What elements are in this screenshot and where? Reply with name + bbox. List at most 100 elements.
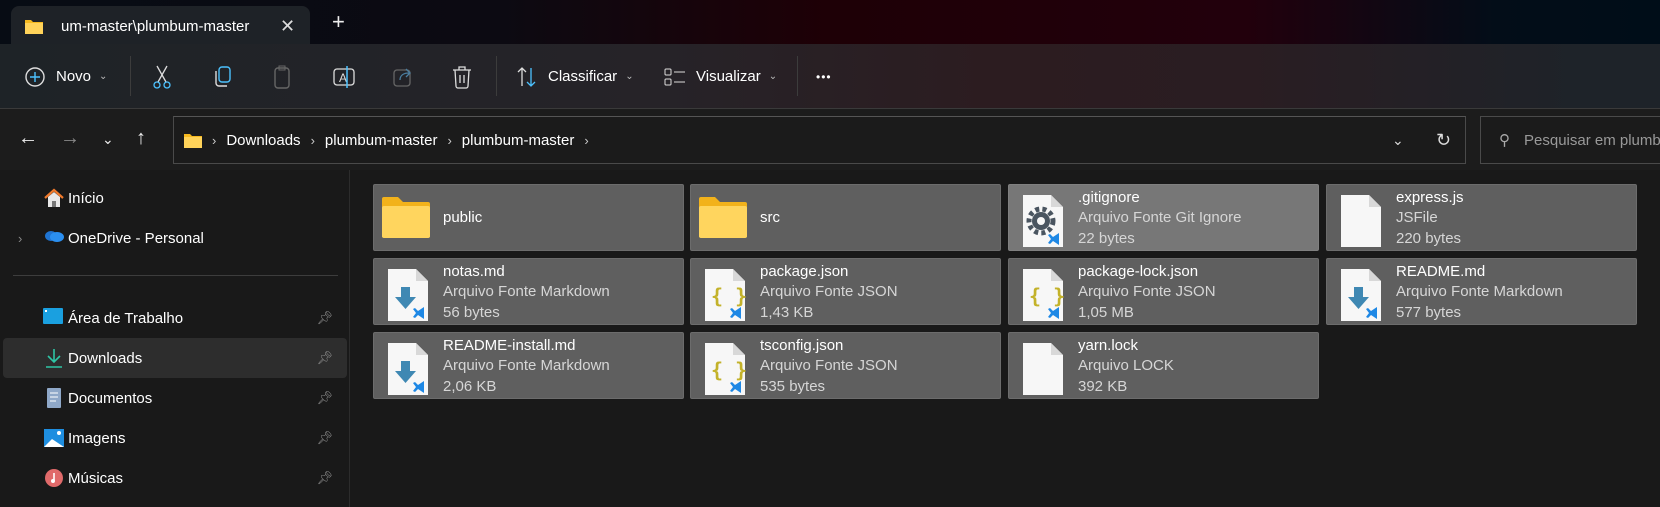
folder-item[interactable]: src: [690, 184, 1001, 251]
file-name: public: [443, 209, 483, 226]
copy-icon: [215, 65, 231, 87]
delete-button[interactable]: [452, 44, 472, 109]
json-file-icon: { }: [705, 269, 747, 321]
svg-text:{ }: { }: [711, 284, 747, 308]
sidebar-item-onedrive-personal[interactable]: › OneDrive - Personal: [3, 218, 347, 258]
file-item[interactable]: { } package-lock.json Arquivo Fonte JSON 1,…: [1008, 258, 1319, 325]
sidebar-item-área-de-trabalho[interactable]: Área de Trabalho 📌︎: [3, 298, 347, 338]
sidebar-item-início[interactable]: Início: [3, 178, 347, 218]
file-name: express.js: [1396, 189, 1464, 206]
chevron-down-icon: ⌄: [625, 71, 634, 82]
onedrive-icon: [43, 228, 65, 248]
sort-icon: [517, 66, 536, 87]
sidebar-item-documentos[interactable]: Documentos 📌︎: [3, 378, 347, 418]
file-name: README-install.md: [443, 337, 576, 354]
json-file-icon: { }: [705, 343, 747, 395]
file-item[interactable]: README-install.md Arquivo Fonte Markdown 2…: [373, 332, 684, 399]
rename-button[interactable]: A: [332, 44, 356, 109]
trash-icon: [453, 65, 471, 89]
file-item[interactable]: { } tsconfig.json Arquivo Fonte JSON 535 by…: [690, 332, 1001, 399]
markdown-file-icon: [1341, 269, 1381, 321]
file-size: 535 bytes: [760, 378, 826, 395]
expand-chevron-icon[interactable]: ›: [18, 231, 22, 246]
address-bar[interactable]: › Downloads › plumbum-master › plumbum-m…: [173, 116, 1466, 164]
tab-bar: um-master\plumbum-master ✕ +: [0, 0, 1660, 46]
tab-active[interactable]: um-master\plumbum-master ✕: [11, 6, 310, 46]
address-history-dropdown[interactable]: ⌄: [1392, 132, 1404, 149]
folder-icon: [699, 197, 747, 238]
sidebar-item-label: OneDrive - Personal: [68, 229, 204, 247]
sidebar-divider: [13, 275, 338, 276]
paste-button[interactable]: [272, 44, 292, 109]
view-button[interactable]: Visualizar ⌄: [664, 44, 777, 109]
file-type: Arquivo Fonte JSON: [760, 283, 898, 300]
file-name: src: [760, 209, 780, 226]
pin-icon[interactable]: 📌︎: [316, 350, 333, 366]
folder-item[interactable]: public: [373, 184, 684, 251]
close-tab-icon[interactable]: ✕: [280, 16, 295, 37]
sidebar-item-downloads[interactable]: Downloads 📌︎: [3, 338, 347, 378]
copy-button[interactable]: [212, 44, 232, 109]
pin-icon[interactable]: 📌︎: [316, 430, 333, 446]
svg-text:{ }: { }: [1029, 284, 1065, 308]
tab-title: um-master\plumbum-master: [61, 17, 250, 35]
file-item[interactable]: yarn.lock Arquivo LOCK 392 KB: [1008, 332, 1319, 399]
sort-button[interactable]: Classificar ⌄: [516, 44, 634, 109]
forward-button[interactable]: →: [60, 127, 80, 150]
file-item[interactable]: .gitignore Arquivo Fonte Git Ignore 22 byt…: [1008, 184, 1319, 251]
file-item[interactable]: notas.md Arquivo Fonte Markdown 56 bytes: [373, 258, 684, 325]
back-button[interactable]: ←: [18, 127, 38, 150]
breadcrumb-plumbum-master-current[interactable]: plumbum-master: [462, 132, 575, 149]
share-icon: [393, 68, 411, 87]
file-name: yarn.lock: [1078, 337, 1139, 354]
pin-icon[interactable]: 📌︎: [316, 390, 333, 406]
chevron-down-icon: ⌄: [768, 71, 778, 82]
home-icon: [43, 188, 65, 208]
recent-locations-button[interactable]: ⌄: [102, 131, 114, 148]
refresh-icon[interactable]: ↻: [1436, 130, 1451, 151]
divider: [496, 56, 497, 96]
up-button[interactable]: ↑: [136, 127, 146, 150]
file-name: README.md: [1396, 263, 1486, 280]
markdown-file-icon: [388, 343, 428, 395]
file-item[interactable]: README.md Arquivo Fonte Markdown 577 bytes: [1326, 258, 1637, 325]
sidebar-item-label: Músicas: [68, 469, 124, 487]
file-item[interactable]: express.js JSFile 220 bytes: [1326, 184, 1637, 251]
file-name: package-lock.json: [1078, 263, 1199, 280]
blank-file-icon: [1023, 343, 1063, 395]
rename-icon: A: [333, 65, 355, 88]
file-size: 1,43 KB: [760, 304, 814, 321]
json-file-icon: { }: [1023, 269, 1065, 321]
new-button[interactable]: Novo ⌄: [24, 44, 107, 109]
pin-icon[interactable]: 📌︎: [316, 310, 333, 326]
file-name: package.json: [760, 263, 849, 280]
svg-text:A: A: [339, 71, 347, 85]
file-name: notas.md: [443, 263, 505, 280]
new-tab-button[interactable]: +: [332, 9, 345, 35]
divider: [130, 56, 131, 96]
breadcrumb-separator: ›: [447, 132, 452, 148]
cut-button[interactable]: [152, 44, 172, 109]
svg-text:{ }: { }: [711, 358, 747, 382]
file-size: 392 KB: [1078, 378, 1128, 395]
search-input[interactable]: ⚲ Pesquisar em plumbum-master: [1480, 116, 1660, 164]
file-size: 2,06 KB: [443, 378, 497, 395]
file-size: 56 bytes: [443, 304, 500, 321]
pin-icon[interactable]: 📌︎: [316, 470, 333, 486]
sidebar-item-imagens[interactable]: Imagens 📌︎: [3, 418, 347, 458]
sidebar-item-label: Downloads: [68, 349, 143, 367]
folder-icon: [25, 20, 43, 34]
view-icon: [664, 68, 685, 85]
file-type: Arquivo LOCK: [1078, 357, 1174, 374]
breadcrumb-plumbum-master[interactable]: plumbum-master: [325, 132, 438, 149]
share-button[interactable]: [392, 44, 414, 109]
gear-file-icon: [1023, 195, 1063, 247]
breadcrumb-separator: ›: [310, 132, 315, 148]
more-options-button[interactable]: •••: [816, 44, 832, 109]
blank-file-icon: [1341, 195, 1381, 247]
breadcrumb-downloads[interactable]: Downloads: [226, 132, 300, 149]
sidebar-item-músicas[interactable]: Músicas 📌︎: [3, 458, 347, 498]
file-item[interactable]: { } package.json Arquivo Fonte JSON 1,43 KB: [690, 258, 1001, 325]
sidebar-item-label: Área de Trabalho: [68, 309, 184, 327]
file-type: Arquivo Fonte Markdown: [1396, 283, 1563, 300]
